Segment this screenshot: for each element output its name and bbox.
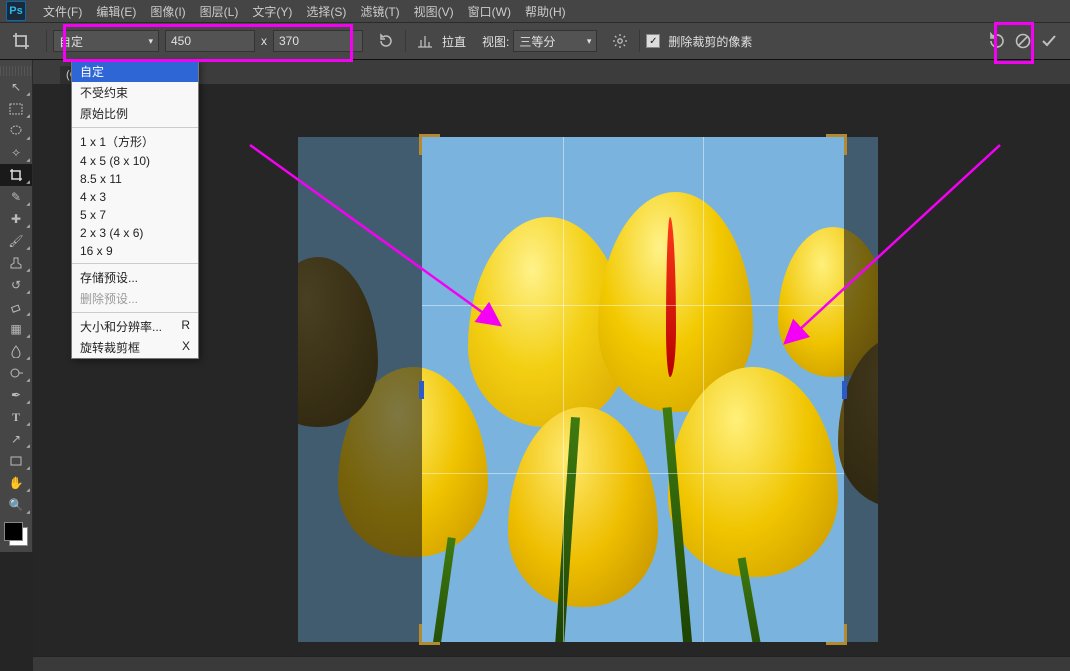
dd-unconstrained[interactable]: 不受约束: [72, 82, 198, 103]
history-brush-tool[interactable]: ↺: [0, 274, 32, 296]
crop-preset-select[interactable]: 自定 ▾: [53, 30, 159, 52]
crop-handle-l[interactable]: [419, 381, 424, 399]
type-tool[interactable]: T: [0, 406, 32, 428]
menu-select[interactable]: 选择(S): [299, 1, 353, 22]
cancel-button[interactable]: [1012, 30, 1034, 52]
dd-ratio-2x3[interactable]: 2 x 3 (4 x 6): [72, 224, 198, 242]
reset-button[interactable]: [986, 30, 1008, 52]
hand-tool[interactable]: ✋: [0, 472, 32, 494]
menu-window[interactable]: 窗口(W): [461, 1, 518, 22]
crop-tool[interactable]: [0, 164, 32, 186]
rotate-ccw-button[interactable]: [375, 30, 397, 52]
crop-handle-r[interactable]: [842, 381, 847, 399]
straighten-icon[interactable]: [414, 30, 436, 52]
healing-tool[interactable]: ✚: [0, 208, 32, 230]
crop-box[interactable]: [422, 137, 844, 642]
crop-shade-left: [298, 137, 422, 642]
dd-ratio-1x1[interactable]: 1 x 1（方形）: [72, 131, 198, 152]
dd-delete-preset: 删除预设...: [72, 288, 198, 309]
crop-height-input[interactable]: 370: [273, 30, 363, 52]
lasso-tool[interactable]: [0, 120, 32, 142]
crop-grid-line: [422, 305, 844, 306]
zoom-tool[interactable]: 🔍: [0, 494, 32, 516]
color-swatch[interactable]: [4, 522, 28, 546]
blur-tool[interactable]: [0, 340, 32, 362]
wand-tool[interactable]: ✧: [0, 142, 32, 164]
dd-ratio-5x7[interactable]: 5 x 7: [72, 206, 198, 224]
dd-ratio-85x11[interactable]: 8.5 x 11: [72, 170, 198, 188]
gear-icon[interactable]: [609, 30, 631, 52]
menu-edit[interactable]: 编辑(E): [89, 1, 143, 22]
menu-type[interactable]: 文字(Y): [245, 1, 299, 22]
view-label: 视图:: [482, 33, 509, 50]
gradient-tool[interactable]: ▦: [0, 318, 32, 340]
menu-bar: Ps 文件(F) 编辑(E) 图像(I) 图层(L) 文字(Y) 选择(S) 滤…: [0, 0, 1070, 22]
menu-filter[interactable]: 滤镜(T): [353, 1, 406, 22]
eyedropper-tool[interactable]: ✎: [0, 186, 32, 208]
document-image[interactable]: [298, 137, 878, 642]
crop-preset-dropdown: 自定 不受约束 原始比例 1 x 1（方形） 4 x 5 (8 x 10) 8.…: [71, 60, 199, 359]
options-bar: 自定 ▾ 450 x 370 拉直 视图: 三等分 ▾ ✓ 删除裁剪的像素: [0, 22, 1070, 60]
crop-grid-line: [703, 137, 704, 642]
dd-ratio-4x5[interactable]: 4 x 5 (8 x 10): [72, 152, 198, 170]
dd-rotate-crop[interactable]: 旋转裁剪框X: [72, 337, 198, 358]
dd-custom[interactable]: 自定: [72, 61, 198, 82]
separator: [639, 30, 640, 52]
chevron-down-icon: ▾: [148, 36, 153, 47]
menu-help[interactable]: 帮助(H): [518, 1, 573, 22]
crop-preset-label: 自定: [59, 33, 83, 50]
delete-cropped-checkbox[interactable]: ✓: [646, 34, 660, 48]
separator: [405, 30, 406, 52]
dd-original[interactable]: 原始比例: [72, 103, 198, 124]
chevron-down-icon: ▾: [587, 36, 592, 47]
dd-size-resolution[interactable]: 大小和分辨率...R: [72, 316, 198, 337]
panel-handle[interactable]: [0, 66, 32, 76]
path-tool[interactable]: ↗: [0, 428, 32, 450]
crop-handle-br[interactable]: [826, 624, 847, 645]
crop-shade-right: [844, 137, 878, 642]
dd-ratio-4x3[interactable]: 4 x 3: [72, 188, 198, 206]
brush-tool[interactable]: 🖌: [0, 230, 32, 252]
shape-tool[interactable]: [0, 450, 32, 472]
view-select[interactable]: 三等分 ▾: [513, 30, 597, 52]
crop-grid-line: [422, 473, 844, 474]
crop-handle-tl[interactable]: [419, 134, 440, 155]
stamp-tool[interactable]: [0, 252, 32, 274]
eraser-tool[interactable]: [0, 296, 32, 318]
dd-ratio-16x9[interactable]: 16 x 9: [72, 242, 198, 260]
status-bar: [33, 656, 1070, 671]
crop-grid-line: [563, 137, 564, 642]
move-tool[interactable]: ↖: [0, 76, 32, 98]
crop-width-input[interactable]: 450: [165, 30, 255, 52]
x-label: x: [261, 34, 267, 48]
straighten-label: 拉直: [442, 33, 466, 50]
delete-cropped-label: 删除裁剪的像素: [668, 33, 752, 50]
marquee-tool[interactable]: [0, 98, 32, 120]
commit-button[interactable]: [1038, 30, 1060, 52]
dd-save-preset[interactable]: 存储预设...: [72, 267, 198, 288]
crop-handle-bl[interactable]: [419, 624, 440, 645]
crop-handle-tr[interactable]: [826, 134, 847, 155]
menu-image[interactable]: 图像(I): [143, 1, 192, 22]
menu-file[interactable]: 文件(F): [36, 1, 89, 22]
separator: [46, 30, 47, 52]
crop-icon: [12, 32, 30, 50]
ps-logo: Ps: [6, 1, 26, 21]
dodge-tool[interactable]: [0, 362, 32, 384]
pen-tool[interactable]: ✒: [0, 384, 32, 406]
tool-panel: ↖ ✧ ✎ ✚ 🖌 ↺ ▦ ✒ T ↗ ✋ 🔍: [0, 60, 33, 552]
menu-view[interactable]: 视图(V): [407, 1, 461, 22]
menu-layer[interactable]: 图层(L): [193, 1, 246, 22]
